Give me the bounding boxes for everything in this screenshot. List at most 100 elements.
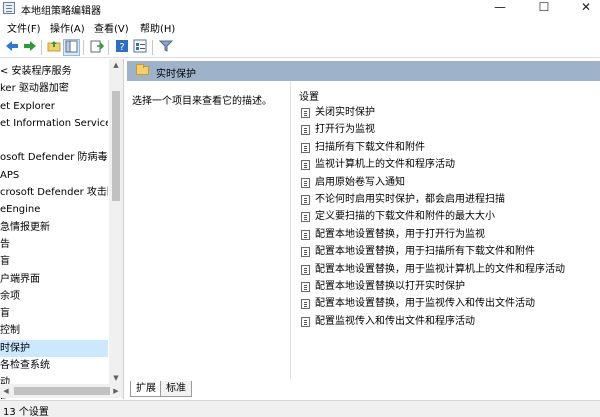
tree-item[interactable]: 急情报更新 (0, 219, 108, 236)
tree-item-selected[interactable]: 时保护 (0, 339, 108, 358)
tree-item[interactable]: 告 (0, 236, 108, 253)
show-tree-icon[interactable] (63, 39, 80, 56)
settings-list: 设置 关闭实时保护 打开行为监视 扫描所有下载文件和附件 监视计算机上的文件和程… (290, 81, 600, 379)
setting-label: 定义要扫描的下载文件和附件的最大大小 (315, 211, 495, 223)
filter-icon[interactable] (157, 39, 174, 56)
setting-label: 打开行为监视 (315, 124, 375, 136)
setting-row[interactable]: 扫描所有下载文件和附件 (301, 139, 591, 156)
setting-row[interactable]: 关闭实时保护 (301, 104, 591, 121)
scroll-up-icon[interactable]: ▲ (109, 59, 123, 71)
tree-vertical-scrollbar[interactable]: ▲ ▼ (109, 59, 123, 384)
tree-list: < 安装程序服务 ker 驱动器加密 et Explorer et Inform… (0, 63, 108, 399)
tree-item[interactable]: et Explorer (0, 98, 108, 115)
scroll-thumb[interactable] (112, 91, 120, 201)
setting-label: 不论何时启用实时保护，都会启用进程扫描 (315, 193, 505, 205)
policy-setting-icon (301, 160, 310, 171)
tree-item[interactable] (0, 132, 108, 149)
pane-header: 实时保护 (127, 61, 600, 81)
scroll-thumb[interactable] (14, 387, 110, 395)
policy-setting-icon (301, 194, 310, 205)
tree-horizontal-scrollbar[interactable]: ◀ ▶ (0, 384, 123, 398)
setting-row[interactable]: 配置本地设置替换，用于打开行为监视 (301, 226, 591, 243)
toolbar-separator (152, 40, 153, 55)
tree-item[interactable]: crosoft Defender 攻击防 (0, 184, 108, 201)
toolbar-separator (83, 40, 84, 55)
setting-label: 配置本地设置替换，用于扫描所有下载文件和附件 (315, 246, 535, 258)
menu-action[interactable]: 操作(A) (50, 20, 85, 35)
setting-label: 配置监视传入和传出文件和程序活动 (315, 315, 475, 327)
help-icon[interactable]: ? (113, 39, 130, 56)
setting-label: 配置本地设置替换，用于监视计算机上的文件和程序活动 (315, 263, 565, 275)
tab-standard[interactable]: 标准 (160, 381, 192, 397)
menu-view[interactable]: 查看(V) (94, 20, 129, 35)
policy-setting-icon (301, 229, 310, 240)
app-icon (3, 2, 15, 14)
setting-row[interactable]: 配置本地设置替换以打开实时保护 (301, 278, 591, 295)
policy-setting-icon (301, 247, 310, 258)
policy-setting-icon (301, 177, 310, 188)
tree-item[interactable]: < 安装程序服务 (0, 63, 108, 80)
tree-item[interactable]: 户端界面 (0, 271, 108, 288)
column-header-setting[interactable]: 设置 (299, 88, 319, 103)
title-bar: 本地组策略编辑器 — ☐ ✕ (0, 0, 600, 17)
tree-item[interactable]: 盲 (0, 305, 108, 322)
properties-icon[interactable] (131, 39, 148, 56)
setting-row[interactable]: 配置本地设置替换，用于扫描所有下载文件和附件 (301, 243, 591, 260)
forward-icon[interactable] (21, 39, 38, 56)
setting-row[interactable]: 打开行为监视 (301, 121, 591, 138)
window-title: 本地组策略编辑器 (21, 6, 101, 17)
back-icon[interactable] (3, 39, 20, 56)
folder-icon (136, 64, 149, 75)
menu-bar: 文件(F) 操作(A) 查看(V) 帮助(H) (0, 18, 600, 35)
toolbar-separator (108, 40, 109, 55)
setting-row[interactable]: 配置本地设置替换，用于监视传入和传出文件活动 (301, 295, 591, 312)
svg-text:?: ? (119, 42, 124, 53)
tab-extended[interactable]: 扩展 (130, 381, 162, 397)
scroll-right-icon[interactable]: ▶ (110, 384, 122, 398)
setting-row[interactable]: 启用原始卷写入通知 (301, 174, 591, 191)
policy-setting-icon (301, 212, 310, 223)
maximize-button[interactable]: ☐ (524, 0, 564, 17)
tree-item[interactable]: eEngine (0, 201, 108, 218)
setting-row[interactable]: 监视计算机上的文件和程序活动 (301, 156, 591, 173)
tree-item[interactable]: 余项 (0, 288, 108, 305)
tree-item[interactable]: 盲 (0, 253, 108, 270)
setting-row[interactable]: 配置监视传入和传出文件和程序活动 (301, 313, 591, 330)
tree-item[interactable]: APS (0, 167, 108, 184)
setting-row[interactable]: 不论何时启用实时保护，都会启用进程扫描 (301, 191, 591, 208)
tree-item[interactable]: 各检查系统 (0, 357, 108, 374)
toolbar-separator (41, 40, 42, 55)
policy-setting-icon (301, 281, 310, 292)
close-button[interactable]: ✕ (566, 0, 600, 17)
scroll-down-icon[interactable]: ▼ (109, 372, 123, 384)
tree-item[interactable]: osoft Defender 防病毒 (0, 149, 108, 166)
menu-help[interactable]: 帮助(H) (140, 20, 175, 35)
description-text: 选择一个项目来查看它的描述。 (132, 96, 272, 107)
policy-setting-icon (301, 316, 310, 327)
export-icon[interactable] (88, 39, 105, 56)
setting-label: 配置本地设置替换以打开实时保护 (315, 280, 465, 292)
setting-label: 配置本地设置替换，用于监视传入和传出文件活动 (315, 298, 535, 310)
scroll-left-icon[interactable]: ◀ (0, 384, 12, 398)
policy-setting-icon (301, 264, 310, 275)
up-folder-icon[interactable] (45, 39, 62, 56)
pane-title: 实时保护 (156, 69, 196, 80)
menu-file[interactable]: 文件(F) (7, 20, 41, 35)
policy-setting-icon (301, 142, 310, 153)
policy-setting-icon (301, 299, 310, 310)
setting-label: 配置本地设置替换，用于打开行为监视 (315, 228, 485, 240)
status-text: 13 个设置 (3, 407, 49, 417)
tree-pane: < 安装程序服务 ker 驱动器加密 et Explorer et Inform… (0, 59, 124, 399)
tree-item[interactable]: ker 驱动器加密 (0, 80, 108, 97)
policy-setting-icon (301, 125, 310, 136)
setting-label: 启用原始卷写入通知 (315, 176, 405, 188)
setting-row[interactable]: 定义要扫描的下载文件和附件的最大大小 (301, 208, 591, 225)
minimize-button[interactable]: — (480, 0, 520, 17)
status-bar: 13 个设置 (0, 400, 600, 417)
tree-item[interactable]: 控制 (0, 322, 108, 339)
setting-row[interactable]: 配置本地设置替换，用于监视计算机上的文件和程序活动 (301, 261, 591, 278)
setting-label: 监视计算机上的文件和程序活动 (315, 159, 455, 171)
tree-item[interactable]: et Information Services (0, 115, 108, 132)
toolbar: ? (0, 37, 600, 58)
policy-setting-icon (301, 108, 310, 118)
